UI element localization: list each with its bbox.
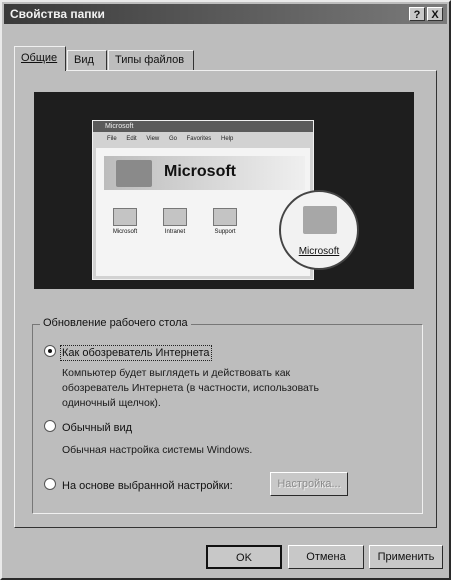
settings-button[interactable]: Настройка...	[270, 472, 348, 496]
web-style-description: Компьютер будет выглядеть и действовать …	[62, 367, 319, 409]
folder-options-dialog: Свойства папки ? X Общие Вид Типы файлов…	[0, 0, 451, 580]
tab-view[interactable]: Вид	[67, 50, 107, 70]
folder-icon	[303, 206, 337, 234]
cancel-button[interactable]: Отмена	[288, 545, 364, 569]
preview-item: Support	[206, 208, 244, 235]
folder-icon	[113, 208, 137, 226]
ok-button[interactable]: OK	[206, 545, 282, 569]
tab-general[interactable]: Общие	[14, 46, 66, 71]
classic-style-description: Обычная настройка системы Windows.	[62, 444, 253, 456]
radio-label: На основе выбранной настройки:	[62, 480, 233, 492]
preview-window: Microsoft File Edit View Go Favorites He…	[92, 120, 314, 280]
radio-icon	[44, 420, 56, 432]
window-title: Свойства папки	[10, 7, 105, 21]
radio-label: Обычный вид	[62, 422, 133, 434]
preview-image: Microsoft File Edit View Go Favorites He…	[34, 92, 414, 289]
preview-brand: Microsoft	[164, 163, 236, 180]
preview-window-title: Microsoft	[93, 121, 313, 132]
close-button[interactable]: X	[427, 7, 443, 21]
preview-item: Intranet	[156, 208, 194, 235]
preview-item: Microsoft	[106, 208, 144, 235]
folder-icon	[213, 208, 237, 226]
radio-web-style[interactable]: Как обозреватель Интернета	[44, 345, 212, 361]
radio-label: Как обозреватель Интернета	[60, 345, 212, 361]
preview-banner: Microsoft	[104, 156, 305, 190]
preview-menu: File Edit View Go Favorites Help	[107, 136, 234, 142]
folder-icon	[116, 160, 152, 187]
magnifier-circle: Microsoft	[279, 190, 359, 270]
title-bar: Свойства папки ? X	[4, 4, 447, 24]
folder-icon	[163, 208, 187, 226]
tab-file-types[interactable]: Типы файлов	[108, 50, 194, 70]
magnified-label: Microsoft	[298, 246, 340, 257]
radio-classic-style[interactable]: Обычный вид	[44, 420, 132, 434]
radio-custom-style[interactable]: На основе выбранной настройки:	[44, 478, 233, 492]
radio-icon	[44, 478, 56, 490]
group-title: Обновление рабочего стола	[40, 317, 191, 329]
radio-selected-icon	[44, 345, 56, 357]
preview-content: Microsoft Microsoft Intranet Support	[96, 148, 310, 276]
help-button[interactable]: ?	[409, 7, 425, 21]
apply-button[interactable]: Применить	[369, 545, 443, 569]
